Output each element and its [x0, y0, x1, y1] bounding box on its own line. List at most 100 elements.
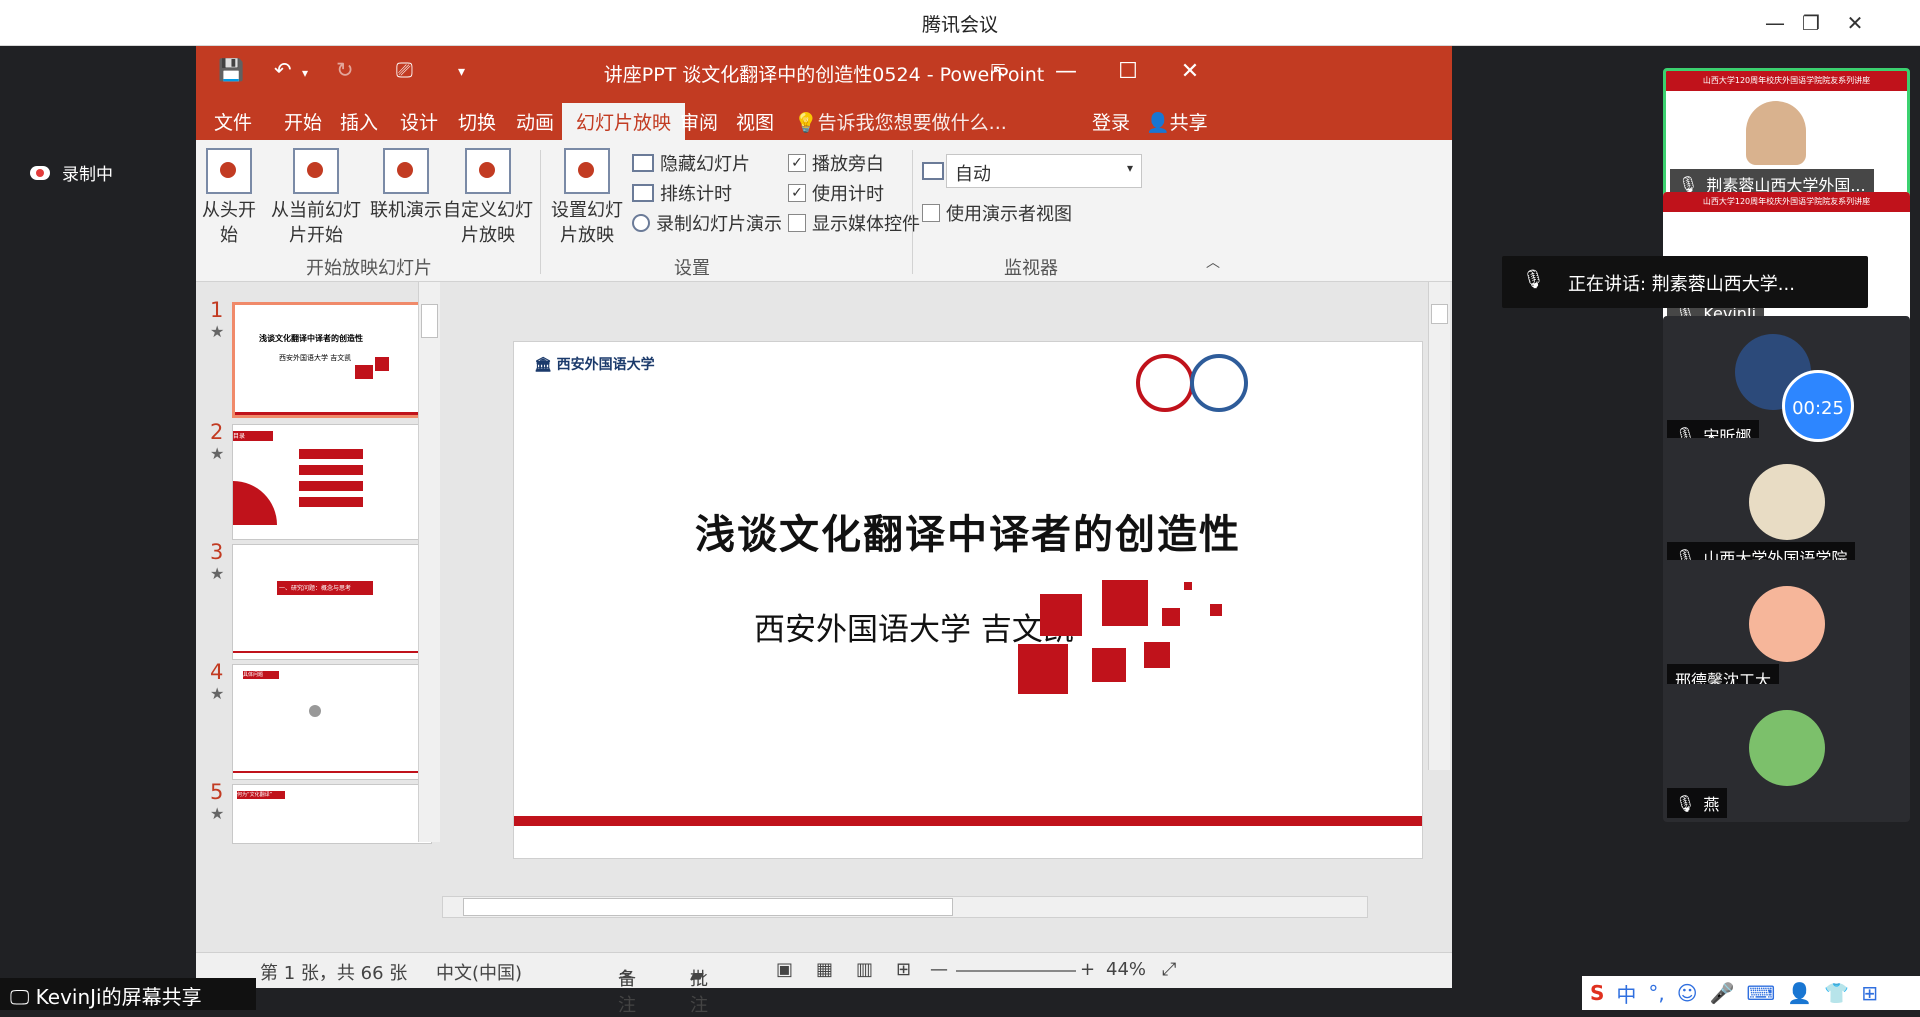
ppt-maximize-icon[interactable]: ☐ [1108, 54, 1148, 90]
record-label: 录制幻灯片演示 [656, 214, 782, 235]
user-icon[interactable]: 👤 [1787, 981, 1812, 1005]
slide-scrollbar[interactable] [1428, 282, 1450, 770]
slide-subtitle: 西安外国语大学 吉文凯 [754, 612, 1074, 648]
emoji-icon[interactable]: ☺ [1677, 981, 1698, 1005]
slide-red-bar [514, 816, 1422, 826]
close-icon[interactable]: ✕ [1840, 8, 1870, 38]
presenter-view-checkbox[interactable]: 使用演示者视图 [922, 200, 1072, 226]
zoom-in-icon[interactable]: + [1080, 959, 1095, 980]
slide-thumbnail-5[interactable]: 何为“文化翻译” [232, 784, 432, 844]
tab-transitions[interactable]: 切换 [458, 108, 496, 135]
star-icon: ★ [210, 564, 225, 583]
tab-home[interactable]: 开始 [284, 108, 322, 135]
minimize-icon[interactable]: — [1760, 8, 1790, 38]
show-media-controls-checkbox[interactable]: 显示媒体控件 [788, 210, 920, 236]
meeting-titlebar: 腾讯会议 — ❐ ✕ [0, 0, 1920, 46]
ribbon-tabs: 文件 开始 插入 设计 切换 动画 幻灯片放映 审阅 视图 💡告诉我您想要做什么… [196, 100, 1452, 140]
checked-icon: ✓ [788, 184, 806, 202]
hide-slide-button[interactable]: 隐藏幻灯片 [632, 150, 750, 176]
school-seal-icon [1190, 354, 1248, 412]
skin-icon[interactable]: 👕 [1824, 981, 1849, 1005]
zoom-slider[interactable] [956, 970, 1076, 972]
normal-view-icon[interactable]: ▣ [776, 959, 793, 980]
university-logo: 🏛 西安外国语大学 [534, 357, 655, 373]
share-button[interactable]: 👤共享 [1146, 108, 1208, 135]
participant-panel: 山西大学120周年校庆外国语学院院友系列讲座 🎙 荆素蓉山西大学外国... 山西大… [1452, 46, 1920, 976]
tab-file[interactable]: 文件 [214, 108, 252, 135]
ribbon-display-icon[interactable]: ⇱ [978, 54, 1018, 90]
red-square [1018, 644, 1068, 694]
scroll-thumb[interactable] [421, 304, 438, 338]
from-current-button[interactable]: 从当前幻灯片开始 [266, 148, 366, 248]
record-slideshow-button[interactable]: 录制幻灯片演示 ▾ [632, 210, 794, 236]
tell-me-search[interactable]: 💡告诉我您想要做什么... [794, 108, 1007, 135]
ime-chinese-mode[interactable]: 中 [1616, 979, 1636, 1008]
workspace: 1 ★ 浅谈文化翻译中译者的创造性 西安外国语大学 吉文凯 2 ★ 目录 3 ★ [196, 282, 1452, 1016]
collapse-ribbon-icon[interactable]: ︿ [1206, 252, 1220, 272]
tab-slideshow[interactable]: 幻灯片放映 [562, 103, 686, 140]
slide-thumbnail-3[interactable]: 一、研究问题：概念与思考 [232, 544, 432, 660]
ppt-close-icon[interactable]: ✕ [1170, 54, 1210, 90]
play-narrations-checkbox[interactable]: ✓ 播放旁白 [788, 150, 884, 176]
voice-input-icon[interactable]: 🎤 [1710, 981, 1735, 1005]
setup-slideshow-button[interactable]: 设置幻灯片放映 [546, 148, 628, 248]
keyboard-icon[interactable]: ⌨ [1747, 981, 1776, 1005]
hscroll-thumb[interactable] [463, 898, 953, 916]
thumb-bar [299, 497, 363, 507]
current-slide[interactable]: 🏛 西安外国语大学 浅谈文化翻译中译者的创造性 西安外国语大学 吉文凯 [514, 342, 1422, 858]
participant-tile[interactable]: 🎙 宋昕娜 [1663, 316, 1910, 454]
screen-share-text: KevinJi的屏幕共享 [35, 985, 202, 1009]
thumb-red-bar [233, 651, 431, 653]
participant-video [1746, 101, 1806, 165]
participant-tile[interactable]: 🎙 山西大学外国语学院 [1663, 438, 1910, 576]
tab-insert[interactable]: 插入 [340, 108, 378, 135]
thumb-number: 5 [210, 780, 224, 804]
zoom-level[interactable]: 44% [1106, 959, 1146, 980]
recording-indicator[interactable]: 录制中 [30, 160, 113, 185]
tab-design[interactable]: 设计 [400, 108, 438, 135]
fit-slide-icon[interactable]: ⤢ [1162, 959, 1176, 980]
participant-tile[interactable]: 🎙 燕 [1663, 684, 1910, 822]
horizontal-scrollbar[interactable] [442, 896, 1368, 918]
thumb-red-bar [235, 412, 429, 415]
ppt-minimize-icon[interactable]: — [1046, 54, 1086, 90]
use-timings-checkbox[interactable]: ✓ 使用计时 [788, 180, 884, 206]
participant-tile[interactable]: 邢德馨沈工大 [1663, 560, 1910, 698]
slide-thumbnail-4[interactable]: 具体问题 [232, 664, 432, 780]
participant-tile[interactable]: 山西大学120周年校庆外国语学院院友系列讲座 🎙 荆素蓉山西大学外国... [1663, 68, 1910, 206]
sogou-logo-icon[interactable]: S [1590, 981, 1604, 1005]
monitor-select[interactable]: 自动 ▾ [946, 154, 1142, 188]
reading-view-icon[interactable]: ▥ [856, 959, 873, 980]
monitor-value: 自动 [955, 164, 991, 185]
slide-thumbnail-2[interactable]: 目录 [232, 424, 432, 540]
slide-thumbnail-1[interactable]: 浅谈文化翻译中译者的创造性 西安外国语大学 吉文凯 [232, 302, 432, 418]
zoom-out-icon[interactable]: — [930, 959, 948, 980]
rehearse-timings-button[interactable]: 排练计时 [632, 180, 732, 206]
language-status[interactable]: 中文(中国) [436, 959, 522, 985]
custom-slideshow-button[interactable]: 自定义幻灯片放映 [440, 148, 536, 248]
toolbox-icon[interactable]: ⊞ [1861, 981, 1878, 1005]
slideshow-view-icon[interactable]: ⊞ [896, 959, 911, 980]
call-timer: 00:25 [1782, 370, 1854, 442]
play-narrations-label: 播放旁白 [812, 154, 884, 175]
online-present-button[interactable]: 联机演示 [368, 148, 444, 223]
avatar [1749, 586, 1825, 662]
thumb-number: 1 [210, 298, 224, 322]
login-link[interactable]: 登录 [1092, 108, 1130, 135]
tab-view[interactable]: 视图 [736, 108, 774, 135]
scroll-thumb[interactable] [1431, 304, 1448, 324]
thumb-bar [299, 449, 363, 459]
from-start-button[interactable]: 从头开始 [196, 148, 262, 248]
timer-icon [632, 184, 654, 202]
thumb-red-square [375, 357, 389, 371]
thumb-arc [233, 481, 277, 525]
participant-name-tag: 🎙 燕 [1667, 788, 1728, 818]
slide-counter: 第 1 张，共 66 张 [260, 963, 408, 984]
sorter-view-icon[interactable]: ▦ [816, 959, 833, 980]
restore-icon[interactable]: ❐ [1796, 8, 1826, 38]
tab-review[interactable]: 审阅 [680, 108, 718, 135]
tab-animations[interactable]: 动画 [516, 108, 554, 135]
ime-punctuation[interactable]: °, [1648, 981, 1664, 1005]
thumbnail-scrollbar[interactable] [418, 282, 440, 842]
checked-icon: ✓ [788, 154, 806, 172]
